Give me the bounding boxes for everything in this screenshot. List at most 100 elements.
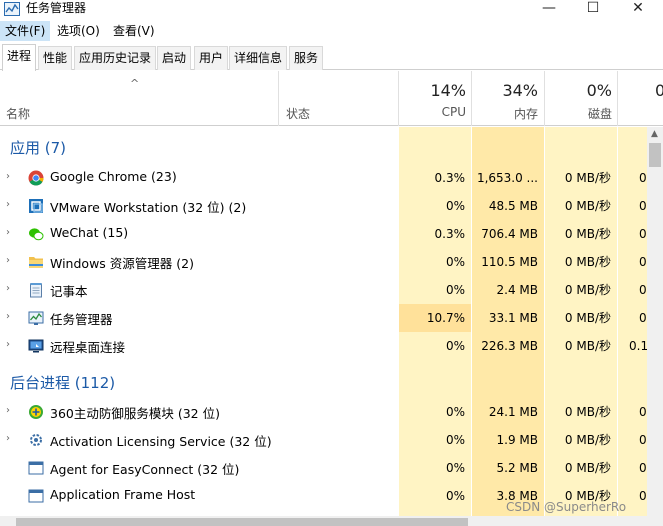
network-value: 0 bbox=[639, 199, 647, 213]
memory-value: 33.1 MB bbox=[488, 311, 538, 325]
network-value: 0 bbox=[639, 433, 647, 447]
process-name: Application Frame Host bbox=[50, 487, 196, 502]
memory-value: 2.4 MB bbox=[496, 283, 538, 297]
cpu-value: 0% bbox=[445, 283, 465, 297]
process-row[interactable]: › 远程桌面连接 0% 226.3 MB 0 MB/秒 0.1 bbox=[0, 332, 647, 360]
vertical-scroll-thumb[interactable] bbox=[649, 143, 661, 167]
vmware-icon bbox=[29, 199, 43, 213]
sort-arrow-icon: ^ bbox=[130, 77, 140, 90]
process-row[interactable]: › 任务管理器 10.7% 33.1 MB 0 MB/秒 0 bbox=[0, 304, 647, 332]
process-name: 360主动防御服务模块 (32 位) bbox=[50, 406, 220, 421]
tab-app-history[interactable]: 应用历史记录 bbox=[74, 46, 157, 70]
column-status[interactable]: 状态 bbox=[286, 105, 310, 122]
process-list: 应用 (7) › Google Chrome (23) 0.3% 1,653.0… bbox=[0, 127, 647, 519]
cpu-value: 0% bbox=[445, 489, 465, 503]
tab-details[interactable]: 详细信息 bbox=[229, 46, 288, 70]
chrome-icon bbox=[28, 170, 44, 186]
process-row[interactable]: › 360主动防御服务模块 (32 位) 0% 24.1 MB 0 MB/秒 0 bbox=[0, 398, 647, 426]
tab-services[interactable]: 服务 bbox=[289, 46, 324, 70]
process-row[interactable]: Agent for EasyConnect (32 位) 0% 5.2 MB 0… bbox=[0, 454, 647, 482]
wechat-icon bbox=[29, 228, 44, 241]
cpu-value: 0% bbox=[445, 461, 465, 475]
process-row[interactable]: › WeChat (15) 0.3% 706.4 MB 0 MB/秒 0 bbox=[0, 220, 647, 248]
network-value: 0 bbox=[639, 255, 647, 269]
cpu-value: 0.3% bbox=[434, 227, 466, 241]
memory-value: 1.9 MB bbox=[496, 433, 538, 447]
network-value: 0 bbox=[639, 405, 647, 419]
tab-startup[interactable]: 启动 bbox=[157, 46, 192, 70]
disk-value: 0 MB/秒 bbox=[564, 461, 611, 475]
process-name: 任务管理器 bbox=[50, 312, 113, 327]
group-background-title[interactable]: 后台进程 (112) bbox=[10, 372, 115, 393]
remote-desktop-icon bbox=[28, 339, 44, 353]
task-manager-app-icon bbox=[4, 2, 20, 16]
horizontal-scroll-thumb[interactable] bbox=[16, 518, 468, 526]
expand-chevron-icon[interactable]: › bbox=[6, 283, 10, 294]
process-row[interactable]: › Windows 资源管理器 (2) 0% 110.5 MB 0 MB/秒 0 bbox=[0, 248, 647, 276]
process-row[interactable]: › Activation Licensing Service (32 位) 0%… bbox=[0, 426, 647, 454]
vertical-scrollbar[interactable]: ▲ bbox=[647, 127, 663, 519]
process-name: 远程桌面连接 bbox=[50, 340, 126, 355]
expand-chevron-icon[interactable]: › bbox=[6, 405, 10, 416]
tab-users[interactable]: 用户 bbox=[194, 46, 229, 70]
expand-chevron-icon[interactable]: › bbox=[6, 311, 10, 322]
network-total-percent: 0 bbox=[655, 81, 663, 100]
horizontal-scrollbar[interactable] bbox=[0, 516, 663, 526]
column-name[interactable]: 名称 bbox=[6, 105, 30, 122]
title-bar: 任务管理器 — ☐ ✕ bbox=[0, 0, 663, 20]
memory-value: 24.1 MB bbox=[488, 405, 538, 419]
disk-value: 0 MB/秒 bbox=[564, 433, 611, 447]
memory-value: 48.5 MB bbox=[488, 199, 538, 213]
column-divider[interactable] bbox=[278, 71, 279, 126]
network-value: 0 bbox=[639, 171, 647, 185]
disk-value: 0 MB/秒 bbox=[564, 171, 611, 185]
column-header: ^ 名称 状态 14% CPU 34% 内存 0% 磁盘 0 bbox=[0, 71, 663, 126]
column-cpu[interactable]: CPU bbox=[400, 105, 466, 119]
notepad-icon bbox=[30, 283, 42, 298]
process-row[interactable]: › 记事本 0% 2.4 MB 0 MB/秒 0 bbox=[0, 276, 647, 304]
group-apps-title[interactable]: 应用 (7) bbox=[10, 137, 66, 158]
process-row[interactable]: › Google Chrome (23) 0.3% 1,653.0 ... 0 … bbox=[0, 164, 647, 192]
menu-options[interactable]: 选项(O) bbox=[52, 21, 105, 41]
memory-value: 110.5 MB bbox=[481, 255, 538, 269]
column-disk[interactable]: 磁盘 bbox=[546, 105, 612, 122]
column-divider[interactable] bbox=[544, 71, 545, 126]
process-row[interactable]: › VMware Workstation (32 位) (2) 0% 48.5 … bbox=[0, 192, 647, 220]
menu-view[interactable]: 查看(V) bbox=[108, 21, 160, 41]
network-value: 0 bbox=[639, 461, 647, 475]
tab-performance[interactable]: 性能 bbox=[38, 46, 73, 70]
cpu-value: 0% bbox=[445, 405, 465, 419]
expand-chevron-icon[interactable]: › bbox=[6, 433, 10, 444]
tab-bar: 进程 性能 应用历史记录 启动 用户 详细信息 服务 bbox=[0, 44, 663, 71]
disk-value: 0 MB/秒 bbox=[564, 405, 611, 419]
network-value: 0 bbox=[639, 311, 647, 325]
memory-value: 226.3 MB bbox=[481, 339, 538, 353]
expand-chevron-icon[interactable]: › bbox=[6, 255, 10, 266]
folder-icon bbox=[29, 257, 43, 268]
disk-value: 0 MB/秒 bbox=[564, 255, 611, 269]
memory-value: 5.2 MB bbox=[496, 461, 538, 475]
menu-file[interactable]: 文件(F) bbox=[0, 21, 51, 41]
close-button[interactable]: ✕ bbox=[616, 0, 660, 20]
expand-chevron-icon[interactable]: › bbox=[6, 199, 10, 210]
process-name: WeChat (15) bbox=[50, 225, 129, 240]
expand-chevron-icon[interactable]: › bbox=[6, 339, 10, 350]
disk-value: 0 MB/秒 bbox=[564, 339, 611, 353]
expand-chevron-icon[interactable]: › bbox=[6, 171, 10, 182]
cpu-value: 0% bbox=[445, 255, 465, 269]
network-value: 0 bbox=[639, 283, 647, 297]
expand-chevron-icon[interactable]: › bbox=[6, 227, 10, 238]
process-name: Agent for EasyConnect (32 位) bbox=[50, 462, 240, 477]
scroll-up-icon[interactable]: ▲ bbox=[651, 129, 658, 139]
tab-processes[interactable]: 进程 bbox=[2, 44, 37, 71]
column-divider[interactable] bbox=[617, 71, 618, 126]
column-memory[interactable]: 内存 bbox=[472, 105, 538, 122]
app-window-icon bbox=[28, 461, 44, 475]
memory-total-percent: 34% bbox=[502, 81, 538, 100]
network-value: 0.1 bbox=[629, 339, 647, 353]
column-divider[interactable] bbox=[398, 71, 399, 126]
disk-value: 0 MB/秒 bbox=[564, 199, 611, 213]
maximize-button[interactable]: ☐ bbox=[571, 0, 615, 20]
process-name: Google Chrome (23) bbox=[50, 169, 177, 184]
minimize-button[interactable]: — bbox=[527, 0, 571, 20]
